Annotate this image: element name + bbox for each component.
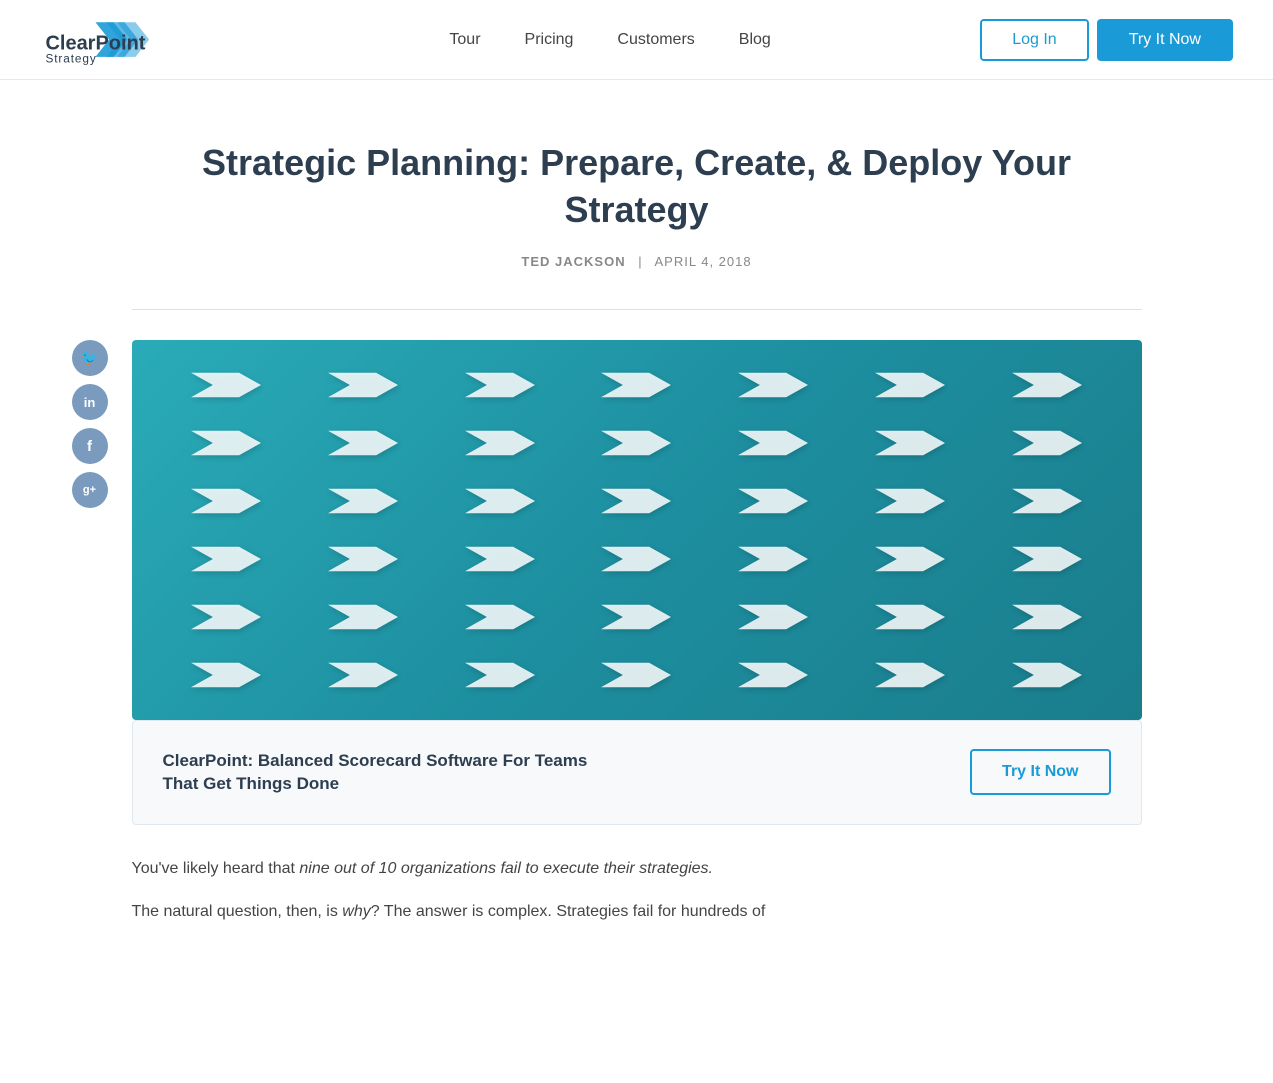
arrow-39 <box>572 650 701 700</box>
arrow-22 <box>162 534 291 584</box>
arrow-28 <box>983 534 1112 584</box>
arrow-41 <box>846 650 975 700</box>
article-content-wrapper: 🐦 in f g+ Strategic Planning: Prepare, C… <box>132 140 1142 926</box>
linkedin-icon: in <box>84 395 96 410</box>
nav-pricing[interactable]: Pricing <box>503 21 596 59</box>
arrow-21 <box>983 476 1112 526</box>
arrow-16 <box>298 476 427 526</box>
login-button[interactable]: Log In <box>980 19 1088 61</box>
googleplus-icon: g+ <box>83 484 96 496</box>
main-nav: Tour Pricing Customers Blog <box>427 21 792 59</box>
arrow-13 <box>846 418 975 468</box>
linkedin-share-button[interactable]: in <box>72 384 108 420</box>
arrow-29 <box>162 592 291 642</box>
facebook-share-button[interactable]: f <box>72 428 108 464</box>
arrow-27 <box>846 534 975 584</box>
svg-text:Strategy: Strategy <box>45 51 96 65</box>
nav-tour[interactable]: Tour <box>427 21 502 59</box>
body-text-second-end: ? The answer is complex. Strategies fail… <box>371 903 766 920</box>
try-now-button-header[interactable]: Try It Now <box>1097 19 1233 61</box>
hero-image-container <box>132 340 1142 720</box>
try-now-button-cta[interactable]: Try It Now <box>970 749 1110 795</box>
twitter-icon: 🐦 <box>80 349 99 367</box>
body-text-italic: nine out of 10 organizations fail to exe… <box>299 860 713 877</box>
arrow-25 <box>572 534 701 584</box>
article-author: TED JACKSON <box>521 254 625 269</box>
arrow-31 <box>435 592 564 642</box>
arrow-17 <box>435 476 564 526</box>
body-text-intro: You've likely heard that <box>132 860 300 877</box>
arrow-35 <box>983 592 1112 642</box>
cta-banner: ClearPoint: Balanced Scorecard Software … <box>132 720 1142 826</box>
arrow-32 <box>572 592 701 642</box>
arrow-42 <box>983 650 1112 700</box>
cta-text-line2: That Get Things Done <box>163 772 588 796</box>
arrow-33 <box>709 592 838 642</box>
arrow-19 <box>709 476 838 526</box>
arrow-12 <box>709 418 838 468</box>
nav-blog[interactable]: Blog <box>717 21 793 59</box>
arrow-18 <box>572 476 701 526</box>
arrow-11 <box>572 418 701 468</box>
arrow-5 <box>709 360 838 410</box>
nav-customers[interactable]: Customers <box>595 21 716 59</box>
cta-banner-text: ClearPoint: Balanced Scorecard Software … <box>163 749 588 797</box>
article-divider <box>132 309 1142 310</box>
arrow-24 <box>435 534 564 584</box>
arrow-3 <box>435 360 564 410</box>
arrow-grid <box>132 340 1142 720</box>
cta-text-line1: ClearPoint: Balanced Scorecard Software … <box>163 749 588 773</box>
arrow-2 <box>298 360 427 410</box>
googleplus-share-button[interactable]: g+ <box>72 472 108 508</box>
arrow-37 <box>298 650 427 700</box>
article-title: Strategic Planning: Prepare, Create, & D… <box>132 140 1142 234</box>
arrow-6 <box>846 360 975 410</box>
arrow-7 <box>983 360 1112 410</box>
arrow-38 <box>435 650 564 700</box>
arrow-10 <box>435 418 564 468</box>
body-text-second-italic: why <box>342 903 370 920</box>
arrow-14 <box>983 418 1112 468</box>
arrow-4 <box>572 360 701 410</box>
arrow-20 <box>846 476 975 526</box>
article-paragraph-2: The natural question, then, is why? The … <box>132 898 1142 925</box>
arrow-8 <box>162 418 291 468</box>
arrow-30 <box>298 592 427 642</box>
article-paragraph-1: You've likely heard that nine out of 10 … <box>132 855 1142 882</box>
arrow-15 <box>162 476 291 526</box>
social-sidebar: 🐦 in f g+ <box>72 340 108 508</box>
logo[interactable]: ClearPoint Strategy <box>40 15 260 65</box>
article-date: APRIL 4, 2018 <box>655 254 752 269</box>
article-header: Strategic Planning: Prepare, Create, & D… <box>132 140 1142 269</box>
arrow-36 <box>162 650 291 700</box>
arrow-1 <box>162 360 291 410</box>
arrow-34 <box>846 592 975 642</box>
facebook-icon: f <box>87 438 92 455</box>
arrow-9 <box>298 418 427 468</box>
main-content: 🐦 in f g+ Strategic Planning: Prepare, C… <box>112 80 1162 982</box>
arrow-23 <box>298 534 427 584</box>
hero-image <box>132 340 1142 720</box>
article-body: You've likely heard that nine out of 10 … <box>132 855 1142 925</box>
arrow-26 <box>709 534 838 584</box>
nav-actions: Log In Try It Now <box>960 19 1233 61</box>
meta-separator: | <box>638 254 642 269</box>
arrow-40 <box>709 650 838 700</box>
site-header: ClearPoint Strategy Tour Pricing Custome… <box>0 0 1273 80</box>
twitter-share-button[interactable]: 🐦 <box>72 340 108 376</box>
article-meta: TED JACKSON | APRIL 4, 2018 <box>132 254 1142 269</box>
body-text-second-start: The natural question, then, is <box>132 903 343 920</box>
